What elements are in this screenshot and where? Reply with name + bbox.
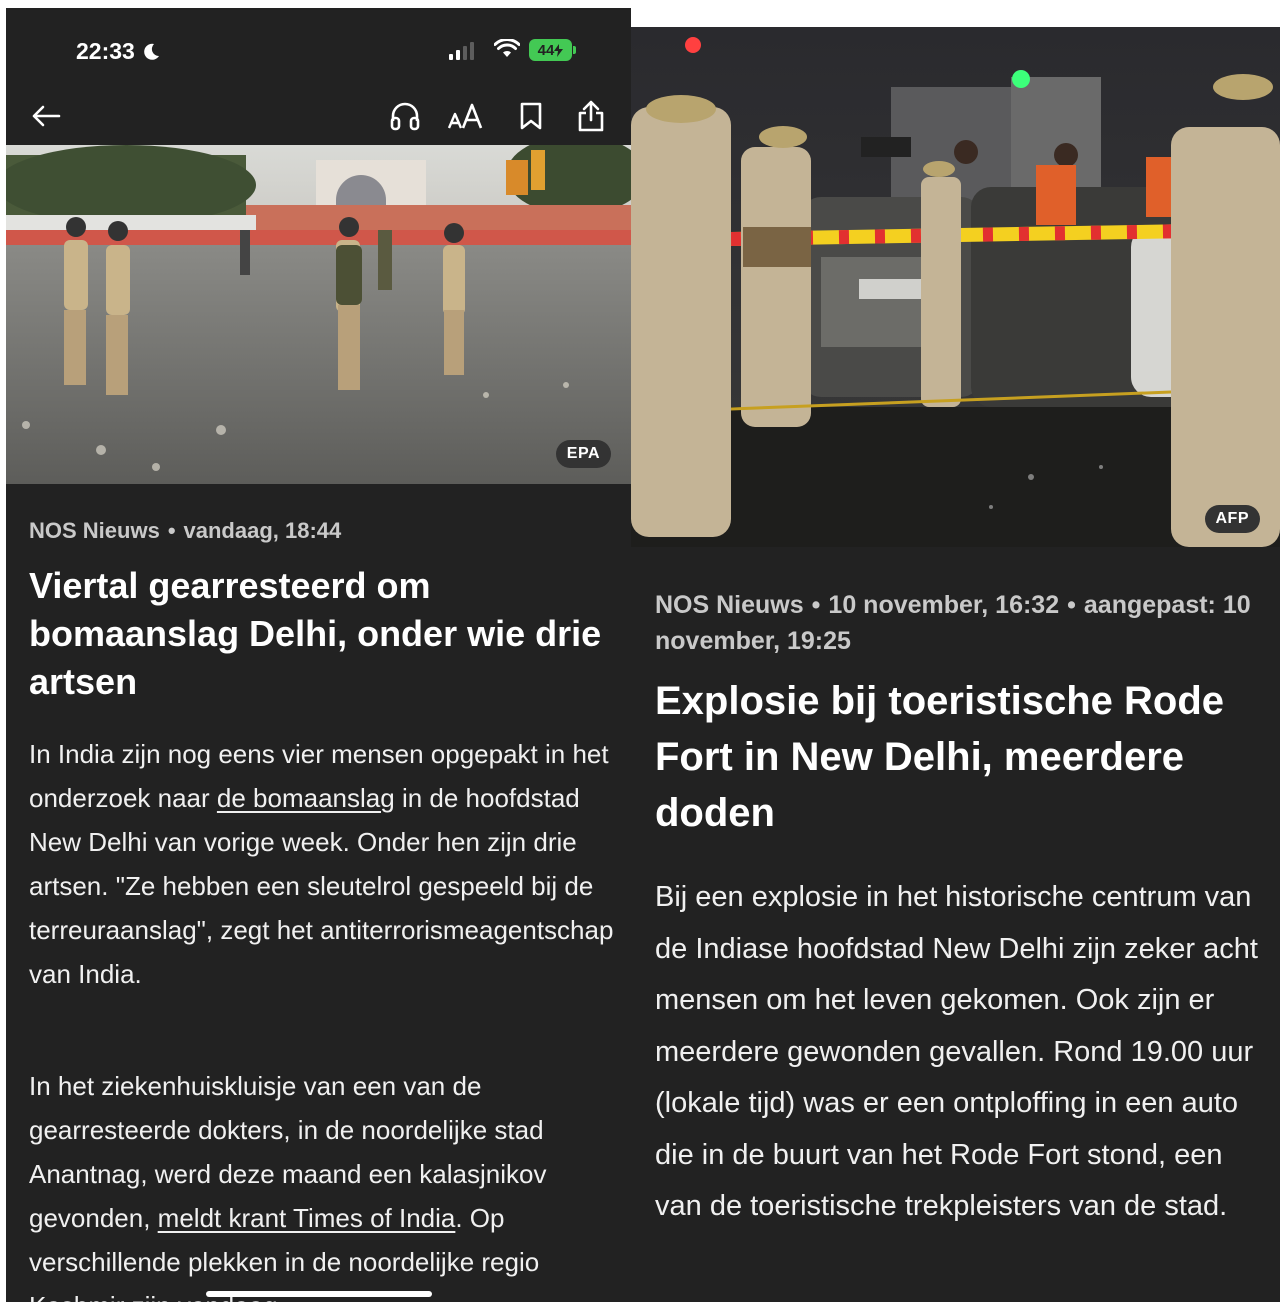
article-paragraph-1: Bij een explosie in het historische cent… [655, 881, 1258, 1222]
status-bar: 22:33 44 [6, 8, 631, 88]
status-time: 22:33 [76, 38, 135, 64]
timestamp: 10 november, 16:32 [828, 591, 1060, 619]
cellular-signal-icon [449, 42, 474, 60]
burnt-car-photo [631, 27, 1280, 547]
listen-button[interactable] [385, 96, 425, 136]
source-label: NOS Nieuws [29, 518, 160, 543]
charging-bolt-icon [554, 43, 564, 57]
meta-separator: • [1067, 591, 1076, 619]
article-meta: NOS Nieuws • vandaag, 18:44 [29, 518, 341, 544]
source-label: NOS Nieuws [655, 591, 804, 619]
street-scene-photo [6, 145, 631, 484]
text-size-icon [447, 103, 483, 129]
timestamp: vandaag, 18:44 [183, 518, 342, 543]
article-toolbar [6, 88, 631, 144]
share-icon [578, 100, 604, 132]
moon-icon [144, 43, 159, 60]
right-article-screen: AFP NOS Nieuws • 10 november, 16:32 • aangep… [631, 27, 1280, 1302]
meta-separator: • [811, 591, 821, 619]
back-button[interactable] [26, 96, 66, 136]
article-headline: Viertal gearresteerd om bomaanslag Delhi… [29, 565, 602, 702]
paragraph-text: in de hoofdstad New Delhi van vorige wee… [29, 783, 614, 989]
photo-credit: AFP [1204, 505, 1260, 533]
bookmark-button[interactable] [511, 96, 551, 136]
article-photo: AFP [631, 27, 1280, 547]
inline-link-bomaanslag[interactable]: de bomaanslag [217, 783, 395, 813]
text-size-button[interactable] [446, 96, 486, 136]
meta-separator: • [167, 518, 176, 543]
article-photo: EPA [6, 145, 631, 484]
bookmark-icon [520, 102, 542, 130]
article-paragraph-2: In het ziekenhuiskluisje van een van de … [29, 1064, 619, 1302]
article-paragraph-1: In India zijn nog eens vier mensen opgep… [29, 732, 619, 996]
article-meta: NOS Nieuws • 10 november, 16:32 • aangepast:… [655, 587, 1265, 659]
photo-credit: EPA [555, 440, 611, 468]
battery-indicator: 44 [529, 39, 576, 61]
arrow-left-icon [32, 105, 61, 127]
article-headline: Explosie bij toeristische Rode Fort in N… [655, 679, 1225, 835]
home-indicator[interactable] [206, 1291, 432, 1297]
wifi-icon [494, 39, 520, 57]
status-time-group: 22:33 [76, 38, 161, 65]
battery-level: 44 [537, 41, 555, 59]
left-article-screen: 22:33 44 EPA NOS Nieuws • vandaag, 18:44… [6, 8, 631, 1302]
inline-link-times-of-india[interactable]: meldt krant Times of India [158, 1203, 456, 1233]
headphones-icon [390, 102, 420, 131]
share-button[interactable] [571, 96, 611, 136]
